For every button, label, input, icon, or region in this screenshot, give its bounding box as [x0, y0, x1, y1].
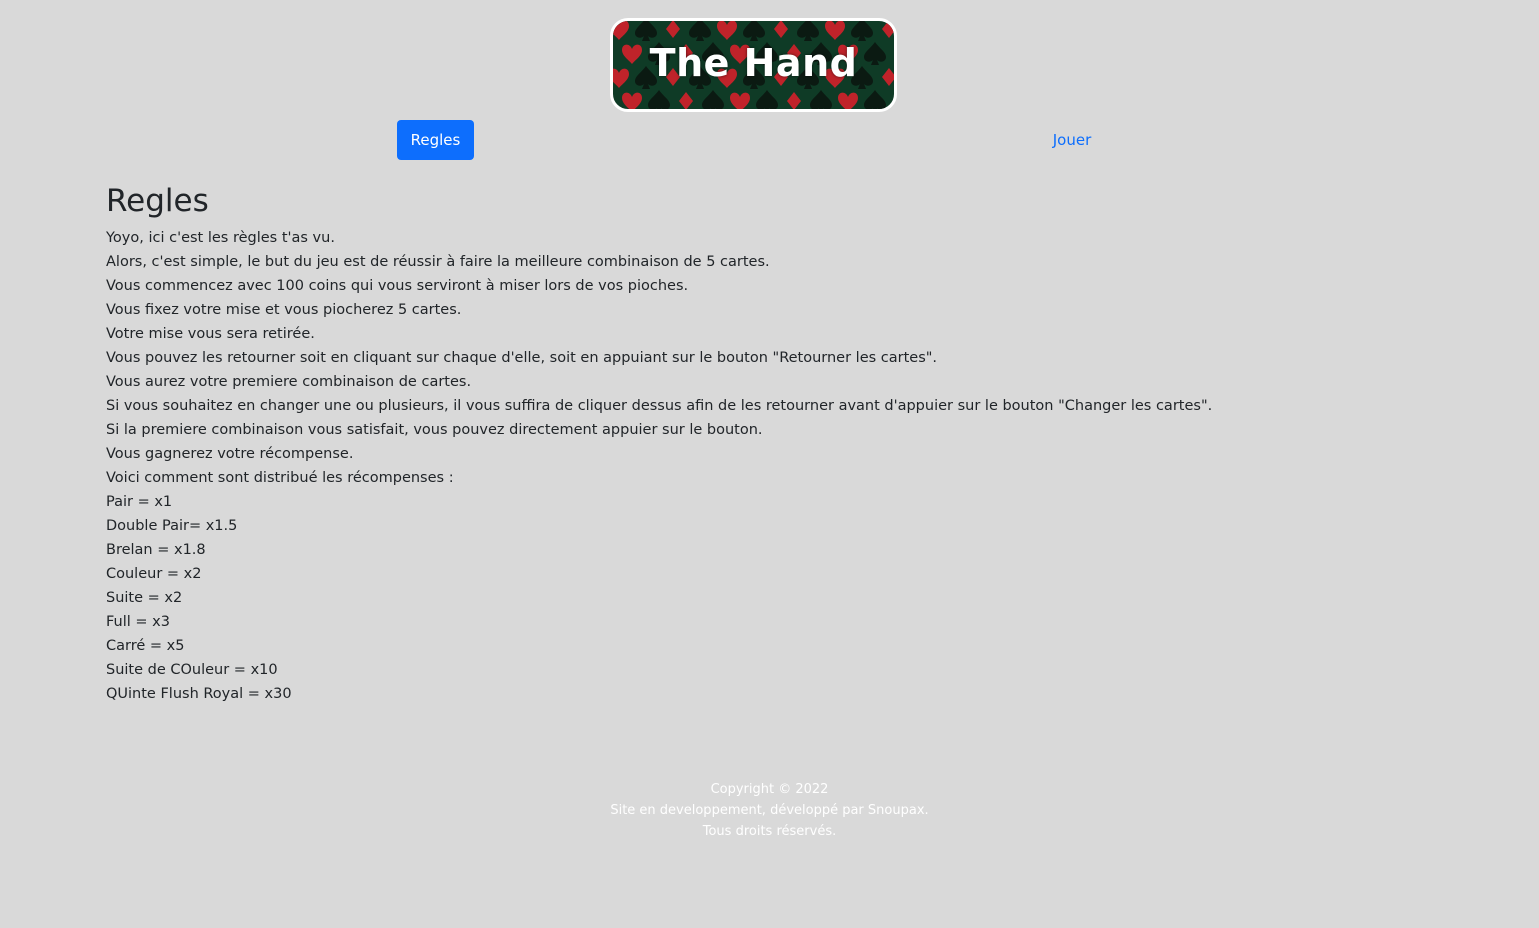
rule-line: Votre mise vous sera retirée.: [106, 326, 315, 342]
footer-credit: Site en developpement, développé par Sno…: [610, 803, 929, 818]
spade-icon: [864, 90, 886, 109]
rule-line: Voici comment sont distribué les récompe…: [106, 470, 454, 486]
logo-banner: The Hand: [610, 18, 897, 112]
rules-section: Regles Yoyo, ici c'est les règles t'as v…: [106, 178, 1406, 706]
reward-line: Suite de COuleur = x10: [106, 662, 278, 678]
diamond-icon: [882, 21, 894, 38]
nav-play-link[interactable]: Jouer: [1035, 120, 1109, 160]
nav-rules-button[interactable]: Regles: [397, 120, 474, 160]
reward-line: Couleur = x2: [106, 566, 202, 582]
rule-line: Vous commencez avec 100 coins qui vous s…: [106, 278, 689, 294]
rule-line: Si vous souhaitez en changer une ou plus…: [106, 398, 1213, 414]
rule-line: Yoyo, ici c'est les règles t'as vu.: [106, 230, 335, 246]
spade-icon: [851, 21, 873, 41]
spade-icon: [702, 90, 724, 109]
heart-icon: [622, 92, 642, 109]
diamond-icon: [774, 21, 788, 38]
heart-icon: [613, 21, 629, 40]
footer: Copyright © 2022 Site en developpement, …: [0, 779, 1539, 842]
rule-line: Vous fixez votre mise et vous piocherez …: [106, 302, 462, 318]
spade-icon: [810, 90, 832, 109]
reward-line: Brelan = x1.8: [106, 542, 206, 558]
spade-icon: [797, 21, 819, 41]
spade-icon: [689, 21, 711, 41]
footer-copyright: Copyright © 2022: [710, 782, 829, 797]
spade-icon: [756, 90, 778, 109]
rule-line: Si la premiere combinaison vous satisfai…: [106, 422, 763, 438]
logo-title: The Hand: [649, 41, 858, 85]
spade-icon: [635, 21, 657, 41]
page-title: Regles: [106, 183, 209, 219]
rule-line: Alors, c'est simple, le but du jeu est d…: [106, 254, 770, 270]
spade-icon: [743, 21, 765, 41]
heart-icon: [730, 92, 750, 109]
footer-rights: Tous droits réservés.: [702, 824, 837, 839]
reward-line: Suite = x2: [106, 590, 183, 606]
reward-line: Full = x3: [106, 614, 170, 630]
reward-line: Double Pair= x1.5: [106, 518, 238, 534]
rule-line: Vous gagnerez votre récompense.: [106, 446, 354, 462]
diamond-icon: [666, 21, 680, 38]
heart-icon: [825, 21, 845, 40]
diamond-icon: [679, 92, 693, 109]
reward-line: QUinte Flush Royal = x30: [106, 686, 292, 702]
spade-icon: [648, 90, 670, 109]
heart-icon: [838, 92, 858, 109]
reward-line: Carré = x5: [106, 638, 185, 654]
diamond-icon: [787, 92, 801, 109]
rule-line: Vous aurez votre premiere combinaison de…: [106, 374, 472, 390]
heart-icon: [717, 21, 737, 40]
rule-line: Vous pouvez les retourner soit en cliqua…: [106, 350, 938, 366]
reward-line: Pair = x1: [106, 494, 173, 510]
rules-text: Yoyo, ici c'est les règles t'as vu. Alor…: [106, 226, 1406, 706]
